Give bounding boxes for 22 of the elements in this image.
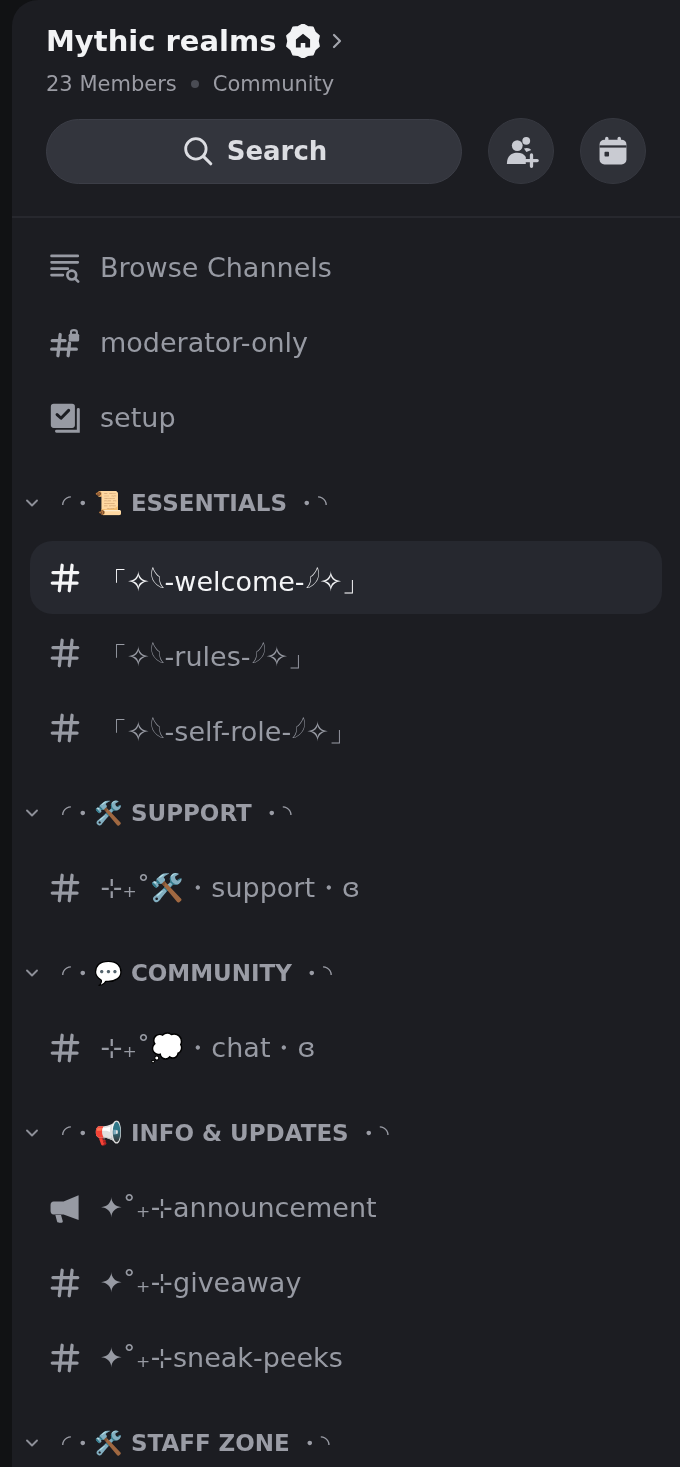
channel-item[interactable]: ✦˚₊⊹giveaway xyxy=(30,1246,662,1319)
channel-item[interactable]: 「✧𓆩-rules-𓆪✧」 xyxy=(30,616,662,689)
server-type: Community xyxy=(212,72,335,96)
category-header[interactable]: ◜・🛠 SUPPORT ・◝ xyxy=(12,791,680,835)
category-header[interactable]: ◜・💬 COMMUNITY ・◝ xyxy=(12,951,680,995)
channel-item[interactable]: 「✧𓆩-welcome-𓆪✧」 xyxy=(30,541,662,614)
server-name[interactable]: Mythic realms xyxy=(46,22,277,60)
member-count: 23 Members xyxy=(46,72,177,96)
channel-item[interactable]: ⊹₊˚💭・chat・ɞ xyxy=(30,1011,662,1084)
channel-item[interactable]: 「✧𓆩-self-role-𓆪✧」 xyxy=(30,691,662,764)
category-header[interactable]: ◜・🛠 STAFF ZONE ・◝ xyxy=(12,1421,680,1465)
channel-item[interactable]: moderator-only xyxy=(30,306,662,379)
channel-item[interactable]: ✦˚₊⊹announcement xyxy=(30,1171,662,1244)
browse-channels-item[interactable]: Browse Channels xyxy=(30,231,662,304)
channel-item[interactable]: ⊹₊˚🛠・support・ɞ xyxy=(30,851,662,924)
separator-dot-icon xyxy=(190,80,199,88)
community-badge-icon xyxy=(286,24,321,58)
channel-item[interactable]: setup xyxy=(30,381,662,454)
category-header[interactable]: ◜・📢 INFO & UPDATES ・◝ xyxy=(12,1111,680,1155)
channel-item[interactable]: ✦˚₊⊹sneak-peeks xyxy=(30,1321,662,1394)
category-header[interactable]: ◜・📜 ESSENTIALS ・◝ xyxy=(12,481,680,525)
search-button[interactable]: Search xyxy=(46,118,462,184)
